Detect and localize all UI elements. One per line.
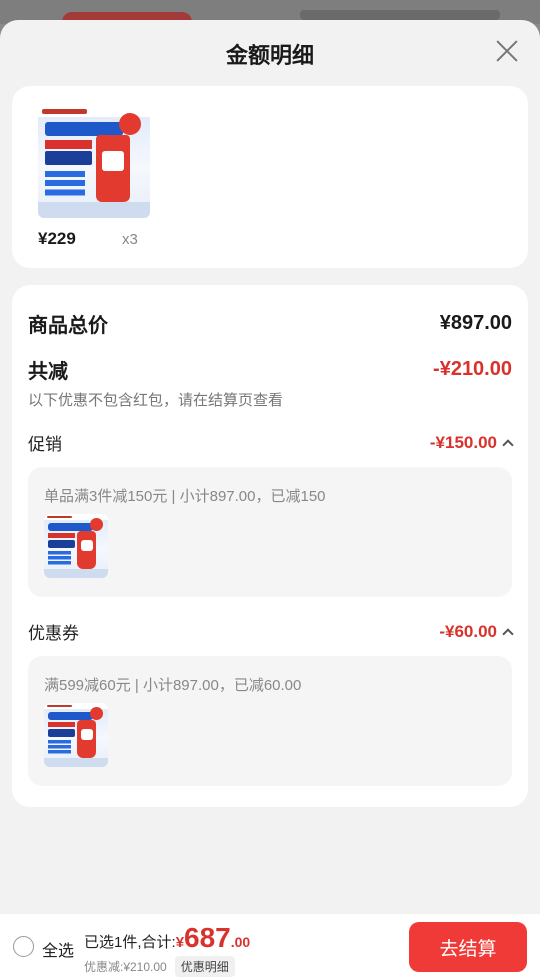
total-reduction-row: 共减 -¥210.00	[28, 355, 512, 384]
coupon-row[interactable]: 优惠券 -¥60.00	[28, 619, 514, 644]
discount-text: 优惠减:¥210.00	[84, 960, 167, 974]
product-quantity: x3	[122, 231, 138, 248]
selected-count-text: 已选1件,合计:	[84, 934, 176, 951]
product-card: ¥229 x3	[12, 86, 528, 268]
coupon-product-image[interactable]	[44, 703, 108, 767]
sheet-header: 金额明细	[0, 20, 540, 84]
total-amount-integer: 687	[184, 922, 231, 953]
amount-detail-sheet: 金额明细 ¥229 x3 商品总价 ¥897.00 共减 -¥210.00 以下…	[0, 20, 540, 979]
product-price: ¥229	[38, 229, 76, 248]
promotion-value-wrap: -¥150.00	[429, 432, 514, 453]
coupon-label: 优惠券	[28, 624, 79, 643]
promotion-value: -¥150.00	[429, 432, 497, 452]
promotion-product-image[interactable]	[44, 514, 108, 578]
reduction-note: 以下优惠不包含红包，请在结算页查看	[28, 392, 284, 409]
total-reduction-value: -¥210.00	[433, 358, 512, 380]
discount-detail-link[interactable]: 优惠明细	[174, 956, 235, 977]
price-detail-card: 商品总价 ¥897.00 共减 -¥210.00 以下优惠不包含红包，请在结算页…	[12, 285, 528, 807]
currency-symbol: ¥	[175, 934, 185, 951]
total-summary: 已选1件,合计: ¥ 687 .00	[84, 922, 250, 954]
total-price-label: 商品总价	[28, 315, 108, 337]
select-all-label[interactable]: 全选	[42, 937, 74, 961]
sheet-title: 金额明细	[225, 43, 314, 68]
promotion-label: 促销	[28, 435, 62, 454]
coupon-detail-box: 满599减60元 | 小计897.00，已减60.00	[28, 656, 512, 786]
coupon-value: -¥60.00	[439, 621, 497, 641]
background-text	[300, 10, 500, 20]
total-price-value: ¥897.00	[439, 312, 512, 334]
coupon-value-wrap: -¥60.00	[439, 621, 514, 642]
coupon-detail-text: 满599减60元 | 小计897.00，已减60.00	[44, 677, 302, 694]
discount-line: 优惠减:¥210.00 优惠明细	[84, 956, 235, 977]
chevron-up-icon[interactable]	[502, 439, 514, 451]
total-price-row: 商品总价 ¥897.00	[28, 309, 512, 338]
chevron-up-icon[interactable]	[502, 628, 514, 640]
promotion-row[interactable]: 促销 -¥150.00	[28, 430, 514, 455]
checkout-button[interactable]: 去结算	[409, 922, 527, 972]
close-icon[interactable]	[492, 36, 522, 66]
promotion-detail-text: 单品满3件减150元 | 小计897.00，已减150	[44, 488, 326, 505]
checkout-bar: 全选 已选1件,合计: ¥ 687 .00 优惠减:¥210.00 优惠明细 去…	[0, 914, 540, 979]
select-all-radio[interactable]	[13, 936, 34, 957]
total-reduction-label: 共减	[28, 361, 68, 383]
promotion-detail-box: 单品满3件减150元 | 小计897.00，已减150	[28, 467, 512, 597]
product-image[interactable]	[38, 106, 150, 218]
total-amount-decimal: .00	[230, 934, 251, 950]
